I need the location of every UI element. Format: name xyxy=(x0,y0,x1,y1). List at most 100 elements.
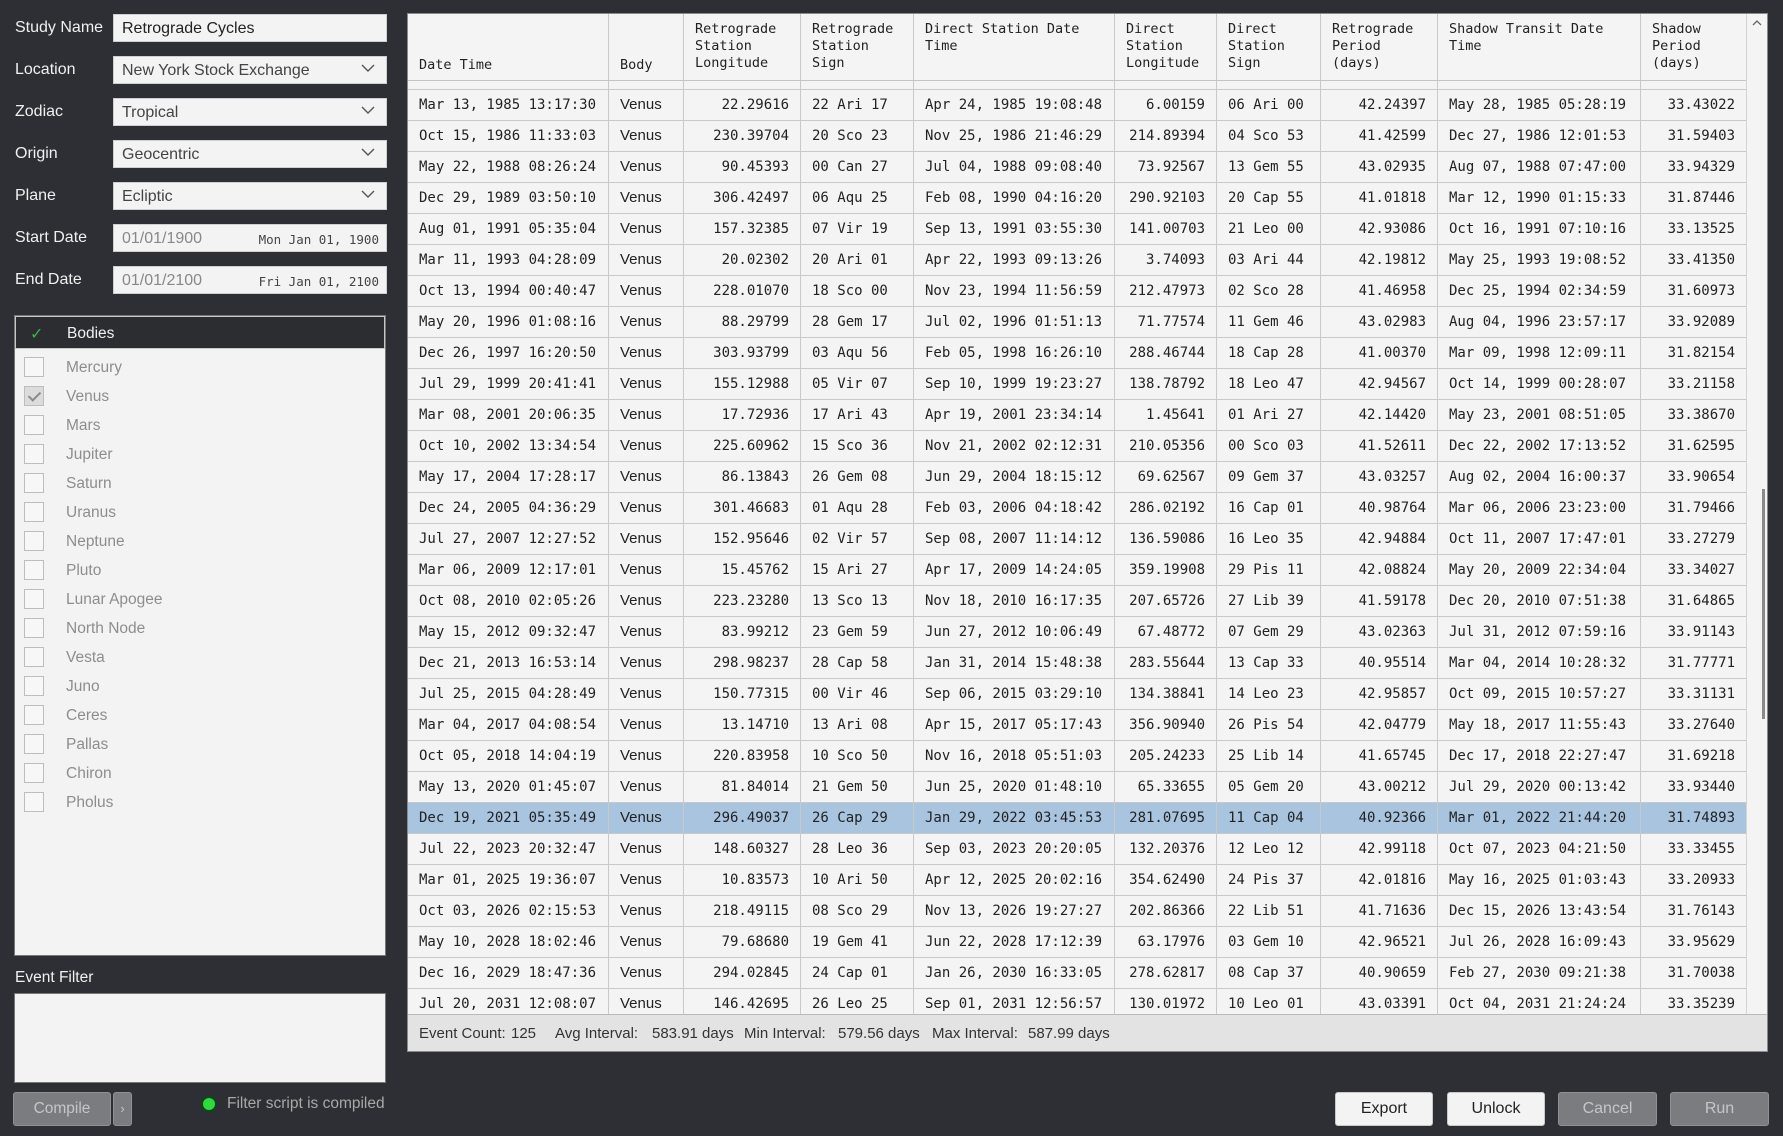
compile-menu-arrow[interactable]: › xyxy=(113,1092,132,1126)
table-row[interactable]: Mar 01, 2025 19:36:07 Venus 10.83573 10 Ari… xyxy=(408,865,1747,896)
body-checkbox[interactable] xyxy=(24,502,44,522)
table-row[interactable]: May 10, 2028 18:02:46 Venus 79.68680 19 Gem… xyxy=(408,927,1747,958)
column-header[interactable]: Date Time xyxy=(408,14,609,80)
body-item[interactable]: Saturn xyxy=(15,471,385,500)
table-cell: 11 Cap 04 xyxy=(1217,803,1321,833)
table-row[interactable]: Oct 10, 2002 13:34:54 Venus 225.60962 15 Sc… xyxy=(408,431,1747,462)
study-name-input[interactable]: Retrograde Cycles xyxy=(113,14,387,42)
unlock-button[interactable]: Unlock xyxy=(1447,1092,1545,1126)
body-checkbox[interactable] xyxy=(24,560,44,580)
table-row[interactable]: Dec 21, 2013 16:53:14 Venus 298.98237 28 Ca… xyxy=(408,648,1747,679)
body-checkbox[interactable] xyxy=(24,618,44,638)
table-row[interactable]: May 20, 1996 01:08:16 Venus 88.29799 28 Gem… xyxy=(408,307,1747,338)
body-checkbox[interactable] xyxy=(24,473,44,493)
body-item[interactable]: Neptune xyxy=(15,529,385,558)
column-header[interactable]: Shadow Period (days) xyxy=(1641,14,1747,80)
table-row[interactable]: May 17, 2004 17:28:17 Venus 86.13843 26 Gem… xyxy=(408,462,1747,493)
table-row[interactable]: Jul 27, 2007 12:27:52 Venus 152.95646 02 Vi… xyxy=(408,524,1747,555)
column-header[interactable]: Direct Station Sign xyxy=(1217,14,1321,80)
table-row[interactable]: Dec 29, 1989 03:50:10 Venus 306.42497 06 Aq… xyxy=(408,183,1747,214)
table-row[interactable]: Mar 13, 1985 13:17:30 Venus 22.29616 22 Ari… xyxy=(408,90,1747,121)
column-header[interactable]: Retrograde Station Sign xyxy=(801,14,914,80)
table-row[interactable]: Oct 08, 2010 02:05:26 Venus 223.23280 13 Sc… xyxy=(408,586,1747,617)
table-row[interactable]: May 22, 1988 08:26:24 Venus 90.45393 00 Can… xyxy=(408,152,1747,183)
table-row[interactable]: Oct 15, 1986 11:33:03 Venus 230.39704 20 Sc… xyxy=(408,121,1747,152)
body-item[interactable]: Mars xyxy=(15,413,385,442)
table-row[interactable]: May 13, 2020 01:45:07 Venus 81.84014 21 Gem… xyxy=(408,772,1747,803)
location-select[interactable]: New York Stock Exchange xyxy=(113,56,387,84)
body-checkbox[interactable] xyxy=(24,415,44,435)
body-item[interactable]: Chiron xyxy=(15,761,385,790)
body-item[interactable]: Juno xyxy=(15,674,385,703)
origin-select[interactable]: Geocentric xyxy=(113,140,387,168)
body-item[interactable]: Pallas xyxy=(15,732,385,761)
summary-bar: Event Count: 125 Avg Interval: 583.91 da… xyxy=(408,1014,1767,1051)
body-checkbox[interactable] xyxy=(24,676,44,696)
table-row[interactable]: May 15, 2012 09:32:47 Venus 83.99212 23 Gem… xyxy=(408,617,1747,648)
bodies-header[interactable]: ✓ Bodies xyxy=(15,316,385,349)
body-item[interactable]: Jupiter xyxy=(15,442,385,471)
event-filter-editor[interactable] xyxy=(14,993,386,1083)
table-row[interactable]: Mar 11, 1993 04:28:09 Venus 20.02302 20 Ari… xyxy=(408,245,1747,276)
table-row[interactable]: Oct 03, 2026 02:15:53 Venus 218.49115 08 Sc… xyxy=(408,896,1747,927)
run-button[interactable]: Run xyxy=(1670,1092,1769,1126)
body-checkbox[interactable] xyxy=(24,705,44,725)
table-cell: Jul 02, 1996 01:51:13 xyxy=(914,307,1115,337)
scrollbar-thumb[interactable] xyxy=(1762,489,1765,719)
column-header[interactable]: Direct Station Longitude xyxy=(1115,14,1217,80)
body-checkbox[interactable] xyxy=(24,531,44,551)
body-checkbox[interactable] xyxy=(24,589,44,609)
table-row[interactable]: Mar 04, 2017 04:08:54 Venus 13.14710 13 Ari… xyxy=(408,710,1747,741)
table-row[interactable]: Jul 29, 1999 20:41:41 Venus 155.12988 05 Vi… xyxy=(408,369,1747,400)
body-item[interactable]: Venus xyxy=(15,384,385,413)
table-cell: 33.91143 xyxy=(1641,617,1747,647)
table-row[interactable]: Mar 06, 2009 12:17:01 Venus 15.45762 15 Ari… xyxy=(408,555,1747,586)
table-cell: Dec 22, 2002 17:13:52 xyxy=(1438,431,1641,461)
column-header[interactable]: Shadow Transit Date Time xyxy=(1438,14,1641,80)
body-item[interactable]: Vesta xyxy=(15,645,385,674)
compile-button[interactable]: Compile xyxy=(13,1092,111,1126)
column-header[interactable]: Body xyxy=(609,14,684,80)
table-row[interactable]: Dec 16, 2029 18:47:36 Venus 294.02845 24 Ca… xyxy=(408,958,1747,989)
export-button[interactable]: Export xyxy=(1335,1092,1433,1126)
body-checkbox[interactable] xyxy=(24,763,44,783)
plane-select[interactable]: Ecliptic xyxy=(113,182,387,210)
zodiac-select[interactable]: Tropical xyxy=(113,98,387,126)
end-date-input[interactable]: 01/01/2100 Fri Jan 01, 2100 xyxy=(113,266,387,294)
table-row[interactable]: Oct 05, 2018 14:04:19 Venus 220.83958 10 Sc… xyxy=(408,741,1747,772)
table-cell: Dec 19, 2021 05:35:49 xyxy=(408,803,609,833)
table-row[interactable]: Jul 22, 2023 20:32:47 Venus 148.60327 28 Le… xyxy=(408,834,1747,865)
body-item[interactable]: Mercury xyxy=(15,355,385,384)
column-header[interactable]: Retrograde Period (days) xyxy=(1321,14,1438,80)
body-item[interactable]: Lunar Apogee xyxy=(15,587,385,616)
scroll-up-icon[interactable] xyxy=(1751,17,1763,29)
table-row[interactable]: Dec 26, 1997 16:20:50 Venus 303.93799 03 Aq… xyxy=(408,338,1747,369)
table-row[interactable]: Oct 13, 1994 00:40:47 Venus 228.01070 18 Sc… xyxy=(408,276,1747,307)
vertical-scrollbar[interactable] xyxy=(1746,14,1767,1014)
body-checkbox[interactable] xyxy=(24,357,44,377)
chevron-down-icon xyxy=(361,64,375,72)
cancel-button[interactable]: Cancel xyxy=(1558,1092,1657,1126)
start-date-input[interactable]: 01/01/1900 Mon Jan 01, 1900 xyxy=(113,224,387,252)
table-row[interactable]: Jul 25, 2015 04:28:49 Venus 150.77315 00 Vi… xyxy=(408,679,1747,710)
body-checkbox[interactable] xyxy=(24,647,44,667)
body-item[interactable]: North Node xyxy=(15,616,385,645)
table-row[interactable]: Mar 08, 2001 20:06:35 Venus 17.72936 17 Ari… xyxy=(408,400,1747,431)
table-row[interactable]: Dec 19, 2021 05:35:49 Venus 296.49037 26 Ca… xyxy=(408,803,1747,834)
body-checkbox[interactable] xyxy=(24,386,44,406)
table-cell: Venus xyxy=(609,834,684,864)
body-checkbox[interactable] xyxy=(24,444,44,464)
table-cell: 33.93440 xyxy=(1641,772,1747,802)
column-header[interactable]: Retrograde Station Longitude xyxy=(684,14,801,80)
table-cell: 18 Sco 00 xyxy=(801,276,914,306)
body-checkbox[interactable] xyxy=(24,734,44,754)
table-row[interactable]: Aug 01, 1991 05:35:04 Venus 157.32385 07 Vi… xyxy=(408,214,1747,245)
body-item[interactable]: Pholus xyxy=(15,790,385,819)
table-cell: Dec 15, 2026 13:43:54 xyxy=(1438,896,1641,926)
body-item[interactable]: Pluto xyxy=(15,558,385,587)
body-checkbox[interactable] xyxy=(24,792,44,812)
body-item[interactable]: Ceres xyxy=(15,703,385,732)
column-header[interactable]: Direct Station Date Time xyxy=(914,14,1115,80)
body-item[interactable]: Uranus xyxy=(15,500,385,529)
table-row[interactable]: Dec 24, 2005 04:36:29 Venus 301.46683 01 Aq… xyxy=(408,493,1747,524)
